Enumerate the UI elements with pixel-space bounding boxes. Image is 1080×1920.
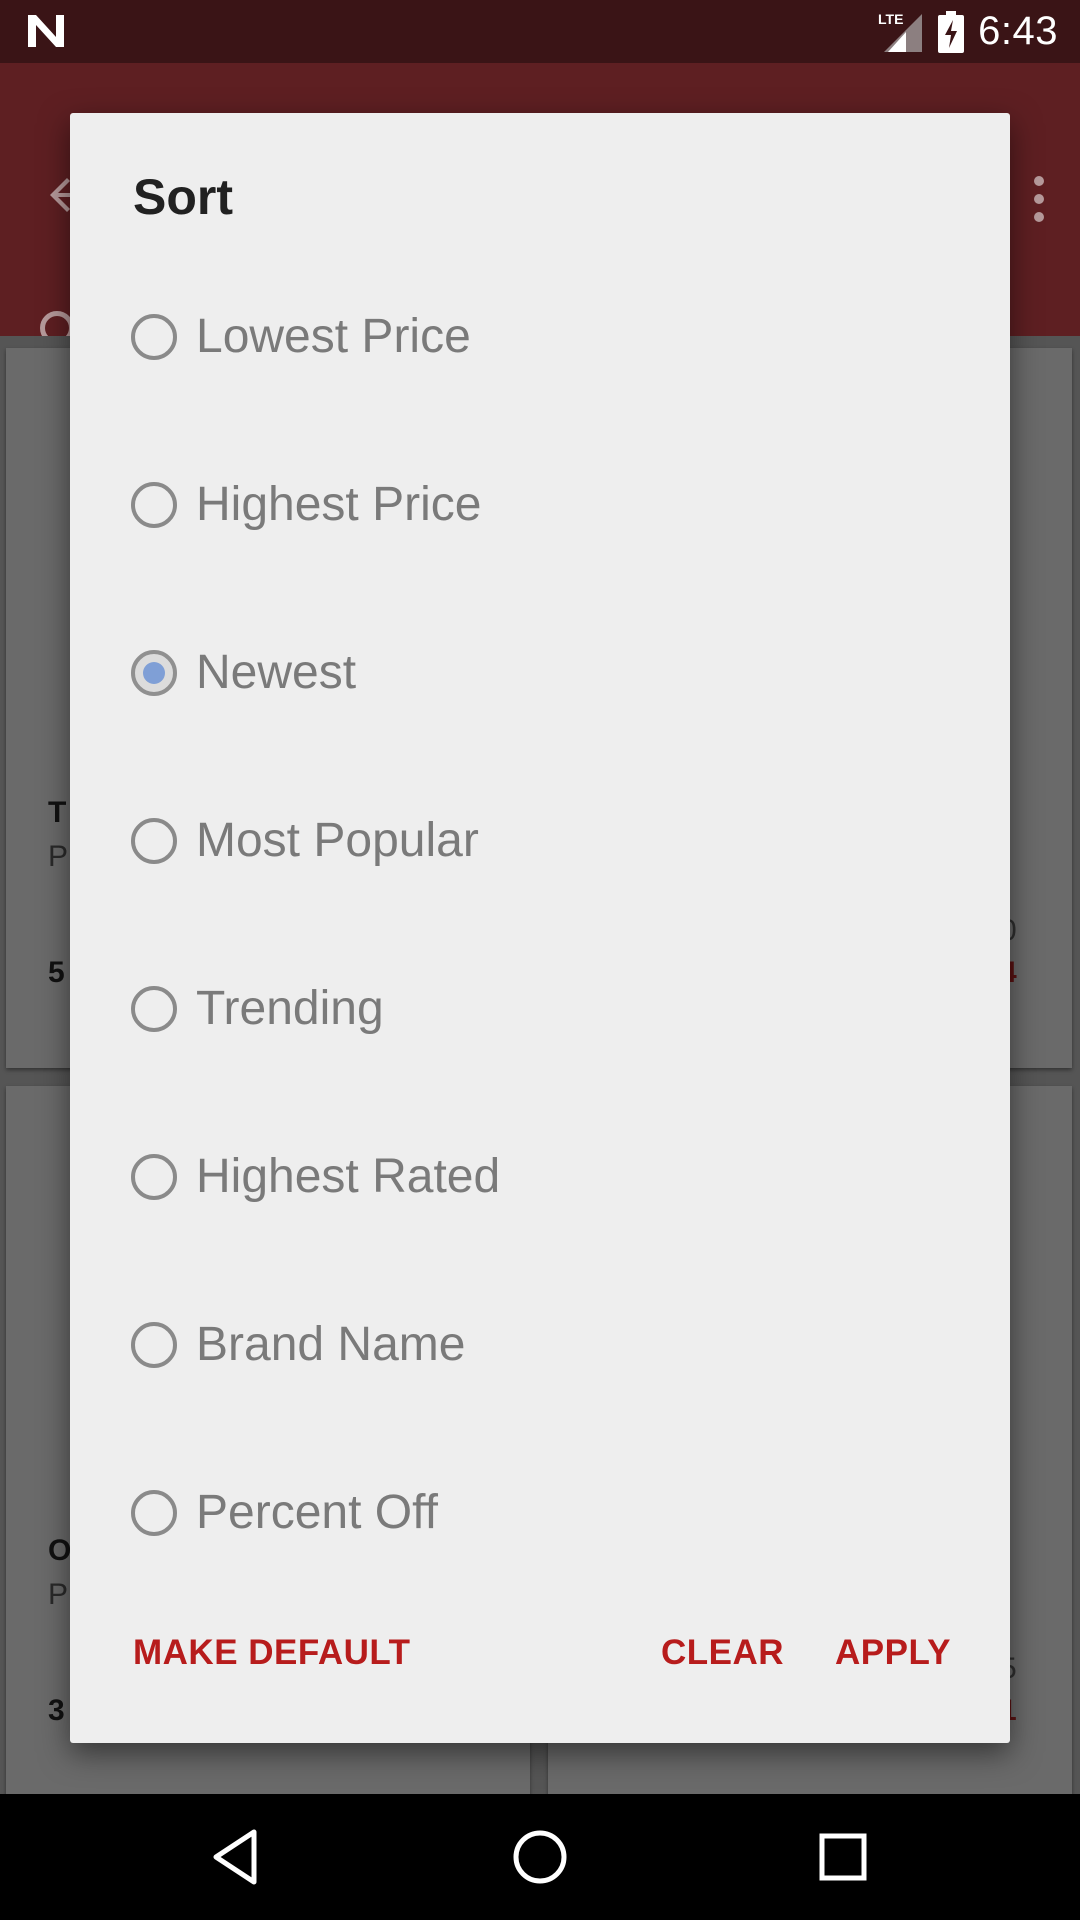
sort-option-lowest-price[interactable]: Lowest Price [70, 281, 1010, 449]
sort-option-highest-rated[interactable]: Highest Rated [70, 1121, 1010, 1289]
option-label: Percent Off [196, 1486, 438, 1539]
option-label: Highest Rated [196, 1150, 501, 1203]
nav-back-icon[interactable] [204, 1824, 270, 1890]
nav-home-icon[interactable] [507, 1824, 573, 1890]
product-price: 3 [48, 1694, 65, 1727]
option-label: Trending [196, 982, 384, 1035]
radio-button[interactable] [131, 986, 177, 1032]
product-title: O [48, 1534, 72, 1567]
radio-button[interactable] [131, 818, 177, 864]
radio-button[interactable] [131, 1154, 177, 1200]
sort-option-brand-name[interactable]: Brand Name [70, 1289, 1010, 1457]
apply-button[interactable]: APPLY [835, 1633, 951, 1673]
status-icons: LTE 6:43 [876, 0, 1058, 63]
radio-button[interactable] [131, 482, 177, 528]
clear-button[interactable]: CLEAR [661, 1633, 784, 1673]
make-default-button[interactable]: MAKE DEFAULT [133, 1633, 411, 1673]
product-subtitle: P [48, 1578, 69, 1611]
radio-button[interactable] [131, 1322, 177, 1368]
product-price: 5 [48, 956, 65, 989]
sort-option-newest[interactable]: Newest [70, 617, 1010, 785]
sort-dialog: Sort Lowest Price Highest Price Newest M… [70, 113, 1010, 1743]
overflow-menu-icon[interactable] [1032, 175, 1046, 223]
network-label: LTE [878, 11, 903, 27]
dialog-title: Sort [133, 169, 233, 225]
radio-button[interactable] [131, 1490, 177, 1536]
nav-recents-icon[interactable] [810, 1824, 876, 1890]
sort-options: Lowest Price Highest Price Newest Most P… [70, 281, 1010, 1625]
signal-icon: LTE [878, 11, 923, 52]
radio-button[interactable] [131, 650, 177, 696]
sort-option-highest-price[interactable]: Highest Price [70, 449, 1010, 617]
option-label: Lowest Price [196, 310, 471, 363]
navigation-bar [0, 1794, 1080, 1920]
product-subtitle: P [48, 840, 69, 873]
sort-option-trending[interactable]: Trending [70, 953, 1010, 1121]
n-logo-icon [28, 15, 64, 47]
sort-option-percent-off[interactable]: Percent Off [70, 1457, 1010, 1625]
radio-button[interactable] [131, 314, 177, 360]
dialog-actions: MAKE DEFAULT CLEAR APPLY [70, 1633, 1010, 1693]
status-time: 6:43 [978, 9, 1058, 53]
option-label: Newest [196, 646, 357, 699]
sort-option-most-popular[interactable]: Most Popular [70, 785, 1010, 953]
status-bar: LTE 6:43 [0, 0, 1080, 63]
battery-charging-icon [938, 10, 965, 53]
product-title: T [48, 796, 67, 829]
screen: LTE 6:43 T P 5 0 4 [0, 0, 1080, 1920]
option-label: Most Popular [196, 814, 479, 867]
option-label: Brand Name [196, 1318, 466, 1371]
option-label: Highest Price [196, 478, 482, 531]
